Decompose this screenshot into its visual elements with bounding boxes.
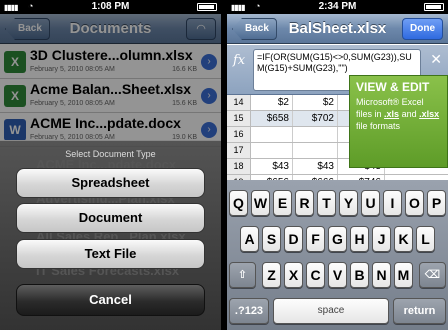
banner-xls: .xls [384, 109, 400, 119]
shift-key[interactable]: ⇧ [229, 262, 256, 288]
key[interactable]: B [350, 262, 369, 288]
delete-key[interactable]: ⌫ [419, 262, 446, 288]
key[interactable]: T [317, 190, 336, 216]
row-number[interactable]: 14 [227, 95, 251, 110]
key[interactable]: Q [229, 190, 248, 216]
key[interactable]: M [394, 262, 413, 288]
sheet-cell[interactable]: $702 [294, 111, 338, 126]
spreadsheet-editor-screen: ▮▮▮▮ ◔ 2:34 PM Back BalSheet.xlsx Done f… [227, 0, 448, 330]
row-number[interactable]: 17 [227, 143, 251, 158]
sheet-cell[interactable]: $658 [252, 111, 293, 126]
close-icon[interactable]: ✕ [430, 51, 442, 68]
row-number[interactable]: 15 [227, 111, 251, 126]
key[interactable]: P [427, 190, 446, 216]
banner-and: and [401, 109, 417, 119]
key[interactable]: O [405, 190, 424, 216]
key[interactable]: G [328, 226, 347, 252]
battery-icon [197, 3, 217, 11]
done-button[interactable]: Done [402, 18, 443, 40]
row-number[interactable]: 16 [227, 127, 251, 142]
key[interactable]: D [284, 226, 303, 252]
banner-line: file formats [356, 121, 401, 131]
key[interactable]: C [306, 262, 325, 288]
spreadsheet-button[interactable]: Spreadsheet [16, 168, 205, 198]
banner-heading: VIEW & EDIT [356, 80, 430, 94]
document-button[interactable]: Document [16, 203, 205, 233]
row-number[interactable]: 18 [227, 159, 251, 174]
promo-banner: VIEW & EDIT Microsoft® Excel files in .x… [349, 75, 448, 168]
sheet-cell[interactable]: $43 [294, 159, 338, 174]
battery-icon [424, 3, 444, 11]
sheet-cell[interactable] [294, 127, 338, 142]
status-bar: ▮▮▮▮ ◔ 2:34 PM [227, 0, 448, 14]
key[interactable]: H [350, 226, 369, 252]
documents-screen: ▮▮▮▮ ◔ 1:08 PM Back Documents ◠ X 3D Clu… [0, 0, 221, 330]
key[interactable]: W [251, 190, 270, 216]
banner-text: Microsoft® Excel files in .xls and .xlsx… [356, 96, 441, 132]
on-screen-keyboard: Q W E R T Y U I O P A S D F G H J K L ⇧ … [227, 180, 448, 330]
key[interactable]: I [383, 190, 402, 216]
space-key[interactable]: space [273, 298, 389, 324]
action-sheet-title: Select Document Type [65, 149, 156, 159]
key[interactable]: Z [262, 262, 281, 288]
key[interactable]: U [361, 190, 380, 216]
status-time: 1:08 PM [91, 1, 130, 12]
sheet-cell[interactable]: $2 [252, 95, 293, 110]
sheet-cell[interactable] [252, 127, 293, 142]
navigation-bar: Back BalSheet.xlsx Done [227, 14, 448, 44]
key[interactable]: E [273, 190, 292, 216]
key[interactable]: L [416, 226, 435, 252]
sheet-cell[interactable]: $2 [294, 95, 338, 110]
key[interactable]: F [306, 226, 325, 252]
key[interactable]: R [295, 190, 314, 216]
key[interactable]: V [328, 262, 347, 288]
sheet-cell[interactable]: $43 [252, 159, 293, 174]
sheet-cell[interactable] [294, 143, 338, 158]
cancel-button[interactable]: Cancel [16, 284, 205, 316]
numbers-key[interactable]: .?123 [229, 298, 269, 324]
banner-xlsx: .xlsx [419, 109, 440, 119]
key[interactable]: J [372, 226, 391, 252]
return-key[interactable]: return [393, 298, 446, 324]
key[interactable]: Y [339, 190, 358, 216]
key[interactable]: K [394, 226, 413, 252]
key[interactable]: S [262, 226, 281, 252]
key[interactable]: N [372, 262, 391, 288]
sheet-cell[interactable] [252, 143, 293, 158]
function-icon: fx [233, 53, 246, 68]
key[interactable]: A [240, 226, 259, 252]
text-file-button[interactable]: Text File [16, 239, 205, 269]
status-bar: ▮▮▮▮ ◔ 1:08 PM [0, 0, 221, 14]
key[interactable]: X [284, 262, 303, 288]
status-time: 2:34 PM [318, 1, 357, 12]
